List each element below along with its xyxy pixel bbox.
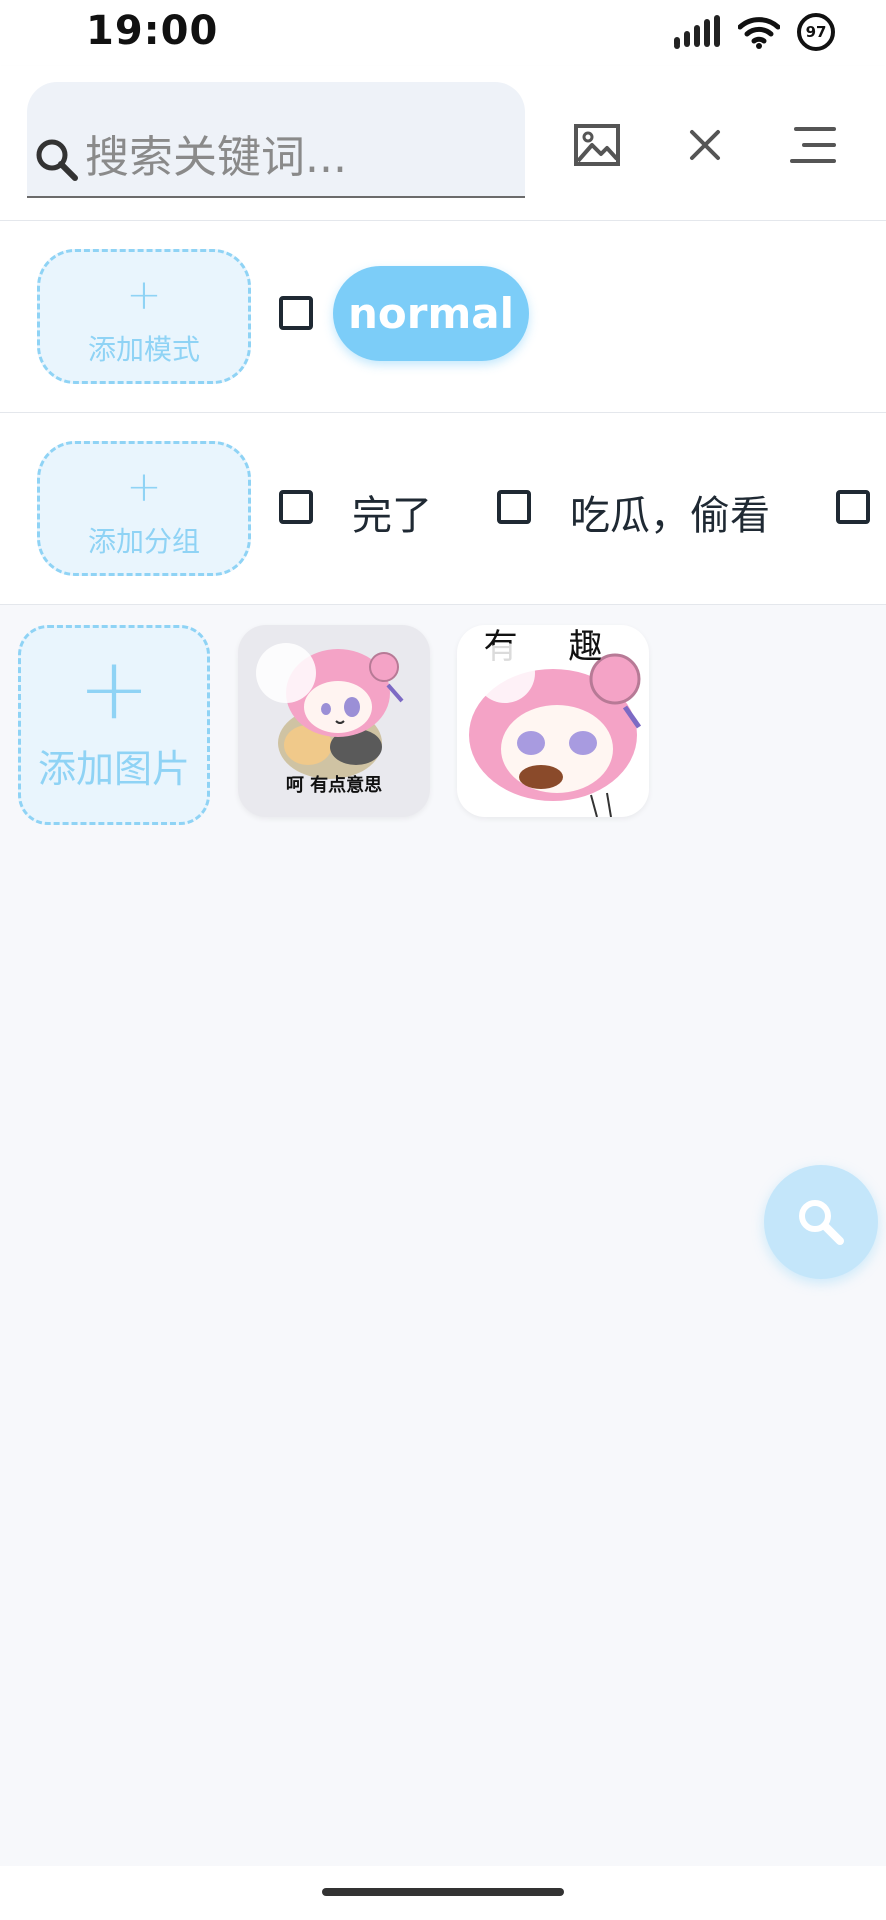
group-label[interactable]: 吃瓜，偷看: [570, 483, 770, 541]
top-bar: [0, 66, 886, 221]
app-screen: 19:00 97 搜索关键词... + 添加模式 normal + 添加分组 完…: [0, 0, 886, 1920]
bottom-bar: [0, 1866, 886, 1920]
close-icon: [690, 130, 720, 160]
clear-button[interactable]: [676, 116, 734, 174]
home-indicator[interactable]: [322, 1888, 564, 1896]
image-icon: [574, 124, 620, 166]
add-group-label: 添加分组: [87, 525, 200, 558]
mode-checkbox[interactable]: [279, 296, 313, 330]
search-icon: [799, 1200, 844, 1245]
add-mode-label: 添加模式: [87, 333, 200, 366]
plus-icon: +: [126, 462, 162, 511]
image-thumbnail[interactable]: 有 趣: [457, 625, 649, 817]
group-checkbox-partial[interactable]: [836, 490, 870, 524]
image-button[interactable]: [568, 116, 626, 174]
add-image-button[interactable]: + 添加图片: [18, 625, 210, 825]
status-icons: 97: [672, 12, 836, 52]
status-bar: 19:00 97: [0, 0, 886, 66]
status-time: 19:00: [86, 8, 219, 54]
plus-icon: +: [126, 270, 162, 319]
mode-chip-normal[interactable]: normal: [333, 266, 529, 361]
add-group-button[interactable]: + 添加分组: [37, 441, 251, 576]
wifi-icon: [738, 17, 780, 49]
select-circle[interactable]: [475, 643, 535, 703]
battery-level: 97: [805, 23, 827, 41]
plus-icon: +: [77, 639, 151, 739]
signal-icon: [674, 15, 720, 49]
add-image-label: 添加图片: [37, 747, 190, 791]
floating-search-button[interactable]: [764, 1165, 878, 1279]
thumbnail-caption: 呵 有点意思: [285, 775, 383, 796]
select-circle[interactable]: [256, 643, 316, 703]
image-grid: + 添加图片 呵 有点意思 有 趣: [0, 605, 886, 1865]
search-input[interactable]: [85, 126, 515, 188]
add-mode-button[interactable]: + 添加模式: [37, 249, 251, 384]
mode-row: + 添加模式 normal: [0, 221, 886, 413]
menu-icon: [790, 127, 836, 163]
search-icon: [36, 139, 78, 181]
menu-button[interactable]: [784, 116, 842, 174]
group-label[interactable]: 完了: [352, 483, 432, 541]
battery-ring-icon: 97: [796, 12, 836, 52]
group-checkbox[interactable]: [497, 490, 531, 524]
image-thumbnail[interactable]: 呵 有点意思: [238, 625, 430, 817]
group-row: + 添加分组 完了 吃瓜，偷看: [0, 413, 886, 605]
group-checkbox[interactable]: [279, 490, 313, 524]
search-box[interactable]: [27, 82, 525, 198]
